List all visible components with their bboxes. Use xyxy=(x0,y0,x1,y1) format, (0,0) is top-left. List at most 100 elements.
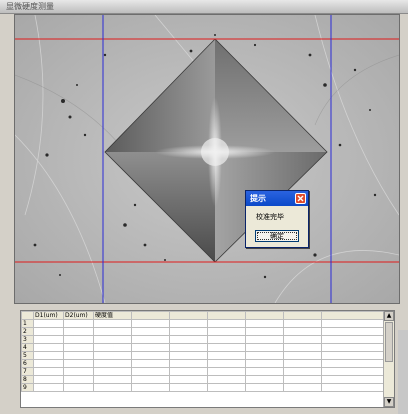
table-cell[interactable] xyxy=(207,367,246,376)
table-cell[interactable] xyxy=(321,375,384,384)
scroll-down-arrow-icon[interactable]: ▼ xyxy=(384,397,394,407)
table-cell[interactable] xyxy=(63,367,94,376)
table-cell[interactable] xyxy=(321,319,384,328)
table-cell[interactable] xyxy=(63,327,94,336)
table-cell[interactable] xyxy=(207,375,246,384)
table-cell[interactable] xyxy=(93,383,132,392)
column-header-hardness[interactable]: 硬度值 xyxy=(93,311,132,320)
table-cell[interactable] xyxy=(169,335,208,344)
close-icon[interactable] xyxy=(295,193,306,204)
table-cell[interactable] xyxy=(321,367,384,376)
table-cell[interactable] xyxy=(33,335,64,344)
vertical-scrollbar[interactable]: ▲ ▼ xyxy=(383,311,394,407)
table-cell[interactable] xyxy=(131,359,170,368)
table-cell[interactable] xyxy=(131,351,170,360)
column-header-d2[interactable]: D2(um) xyxy=(63,311,94,320)
table-cell[interactable] xyxy=(207,319,246,328)
table-cell[interactable] xyxy=(131,335,170,344)
table-cell[interactable] xyxy=(33,343,64,352)
column-header[interactable] xyxy=(245,311,284,320)
table-cell[interactable] xyxy=(207,343,246,352)
table-cell[interactable] xyxy=(33,359,64,368)
table-cell[interactable] xyxy=(33,375,64,384)
table-cell[interactable] xyxy=(131,367,170,376)
ok-button[interactable]: 确定 xyxy=(255,230,299,242)
table-cell[interactable] xyxy=(63,383,94,392)
table-cell[interactable] xyxy=(283,359,322,368)
table-cell[interactable] xyxy=(131,383,170,392)
table-cell[interactable] xyxy=(63,375,94,384)
table-cell[interactable] xyxy=(169,375,208,384)
column-header[interactable] xyxy=(321,311,384,320)
table-cell[interactable] xyxy=(93,375,132,384)
table-cell[interactable] xyxy=(131,327,170,336)
table-cell[interactable] xyxy=(245,383,284,392)
table-cell[interactable] xyxy=(93,351,132,360)
table-cell[interactable] xyxy=(321,383,384,392)
table-cell[interactable] xyxy=(321,351,384,360)
table-cell[interactable] xyxy=(245,367,284,376)
table-cell[interactable] xyxy=(245,351,284,360)
table-cell[interactable] xyxy=(283,319,322,328)
table-cell[interactable] xyxy=(33,383,64,392)
table-cell[interactable] xyxy=(93,327,132,336)
column-header[interactable] xyxy=(283,311,322,320)
table-cell[interactable] xyxy=(131,319,170,328)
table-cell[interactable] xyxy=(321,335,384,344)
table-cell[interactable] xyxy=(63,359,94,368)
table-cell[interactable] xyxy=(33,327,64,336)
table-cell[interactable] xyxy=(283,335,322,344)
table-cell[interactable] xyxy=(245,375,284,384)
table-cell[interactable] xyxy=(207,335,246,344)
table-cell[interactable] xyxy=(131,343,170,352)
table-cell[interactable] xyxy=(321,327,384,336)
title-bar: 显微硬度测量 xyxy=(0,0,408,14)
table-cell[interactable] xyxy=(169,351,208,360)
table-cell[interactable] xyxy=(321,343,384,352)
dialog-title-bar[interactable]: 提示 xyxy=(246,191,308,206)
table-cell[interactable] xyxy=(169,319,208,328)
table-cell[interactable] xyxy=(93,367,132,376)
table-cell[interactable] xyxy=(33,351,64,360)
table-cell[interactable] xyxy=(283,375,322,384)
table-cell[interactable] xyxy=(169,327,208,336)
table-cell[interactable] xyxy=(63,319,94,328)
table-cell[interactable] xyxy=(93,343,132,352)
table-cell[interactable] xyxy=(245,319,284,328)
table-cell[interactable] xyxy=(169,343,208,352)
table-cell[interactable] xyxy=(169,383,208,392)
table-cell[interactable] xyxy=(245,327,284,336)
table-cell[interactable] xyxy=(93,359,132,368)
column-header[interactable] xyxy=(169,311,208,320)
scroll-up-arrow-icon[interactable]: ▲ xyxy=(384,311,394,321)
scroll-thumb[interactable] xyxy=(385,322,393,362)
table-cell[interactable] xyxy=(283,351,322,360)
table-cell[interactable] xyxy=(207,327,246,336)
column-header-d1[interactable]: D1(um) xyxy=(33,311,64,320)
table-cell[interactable] xyxy=(283,343,322,352)
table-cell[interactable] xyxy=(63,343,94,352)
table-cell[interactable] xyxy=(33,367,64,376)
table-cell[interactable] xyxy=(245,359,284,368)
table-cell[interactable] xyxy=(169,359,208,368)
table-cell[interactable] xyxy=(245,335,284,344)
table-cell[interactable] xyxy=(321,359,384,368)
table-cell[interactable] xyxy=(169,367,208,376)
table-cell[interactable] xyxy=(63,335,94,344)
table-cell[interactable] xyxy=(93,319,132,328)
microscope-image-viewer[interactable] xyxy=(14,14,400,304)
table-cell[interactable] xyxy=(283,327,322,336)
table-cell[interactable] xyxy=(207,383,246,392)
column-header[interactable] xyxy=(207,311,246,320)
table-cell[interactable] xyxy=(283,367,322,376)
table-cell[interactable] xyxy=(93,335,132,344)
column-header[interactable] xyxy=(131,311,170,320)
results-table[interactable]: D1(um) D2(um) 硬度值 1 2 3 4 5 6 7 8 9 ▲ ▼ xyxy=(20,310,395,408)
table-cell[interactable] xyxy=(33,319,64,328)
table-cell[interactable] xyxy=(283,383,322,392)
table-cell[interactable] xyxy=(131,375,170,384)
table-cell[interactable] xyxy=(207,359,246,368)
table-cell[interactable] xyxy=(63,351,94,360)
table-cell[interactable] xyxy=(207,351,246,360)
table-cell[interactable] xyxy=(245,343,284,352)
